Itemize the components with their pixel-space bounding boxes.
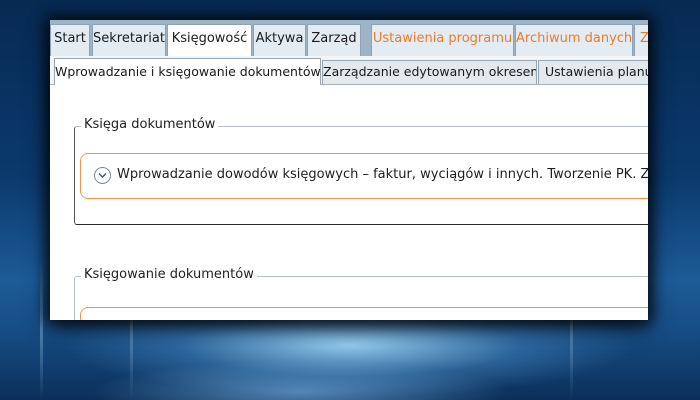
content-area: Księga dokumentów Wprowadzanie dowodów k… bbox=[50, 85, 648, 320]
tab-ustawienia-programu[interactable]: Ustawienia programu bbox=[371, 24, 514, 56]
app-window: Start Sekretariat Księgowość Aktywa Zarz… bbox=[50, 20, 648, 320]
background-light-streak bbox=[40, 260, 43, 400]
tab-truncated[interactable]: Z bbox=[634, 24, 648, 56]
tab-sekretariat[interactable]: Sekretariat bbox=[92, 24, 166, 56]
subtab-wprowadzanie-ksiegowanie[interactable]: Wprowadzanie i księgowanie dokumentów bbox=[54, 58, 321, 85]
group-title: Księgowanie dokumentów bbox=[81, 267, 257, 282]
sub-tab-bar: Wprowadzanie i księgowanie dokumentów Za… bbox=[50, 56, 648, 85]
tab-aktywa[interactable]: Aktywa bbox=[253, 24, 306, 56]
tab-ksiegowosc[interactable]: Księgowość bbox=[167, 24, 252, 57]
tab-zarzad[interactable]: Zarząd bbox=[307, 24, 361, 56]
list-item-ksiegowanie[interactable] bbox=[80, 307, 648, 320]
list-item-wprowadzanie-dowodow[interactable]: Wprowadzanie dowodów księgowych – faktur… bbox=[80, 153, 648, 199]
main-menu-bar: Start Sekretariat Księgowość Aktywa Zarz… bbox=[50, 20, 648, 57]
list-item-text: Wprowadzanie dowodów księgowych – faktur… bbox=[117, 167, 648, 182]
tab-archiwum-danych[interactable]: Archiwum danych bbox=[515, 24, 633, 56]
tab-start[interactable]: Start bbox=[50, 24, 90, 56]
subtab-ustawienia-planu[interactable]: Ustawienia planu, bbox=[538, 60, 648, 84]
subtab-zarzadzanie-okresem[interactable]: Zarządzanie edytowanym okresem bbox=[322, 60, 537, 84]
chevron-down-icon[interactable] bbox=[94, 167, 111, 184]
group-title: Księga dokumentów bbox=[81, 117, 219, 132]
